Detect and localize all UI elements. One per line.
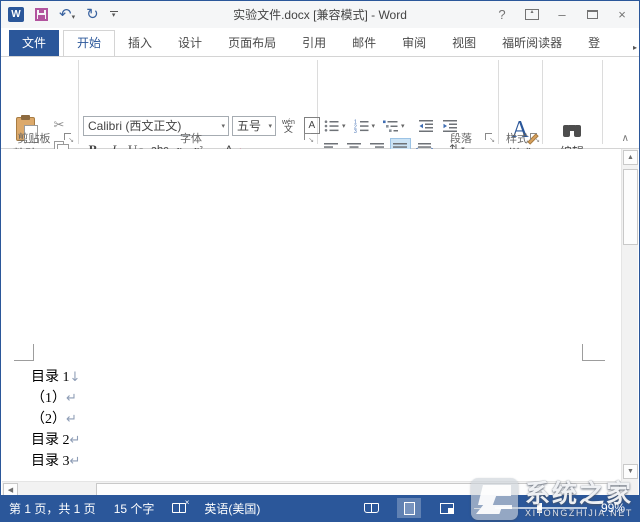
tab-foxit-reader[interactable]: 福昕阅读器 (489, 31, 575, 56)
numbering-dropdown-icon[interactable]: ▾ (372, 122, 376, 130)
bullets-dropdown-icon[interactable]: ▾ (342, 122, 346, 130)
doc-line[interactable]: 目录 3↵ (31, 451, 80, 472)
paragraph-mark: ↵ (66, 412, 77, 427)
customize-qat-button[interactable]: ▾ (110, 11, 118, 18)
tab-home[interactable]: 开始 (63, 30, 115, 56)
zoom-level-indicator[interactable]: 99% (601, 501, 625, 515)
font-name-dropdown-icon[interactable]: ▾ (221, 122, 225, 130)
paragraph-mark: ↵ (70, 454, 81, 469)
word-logo-icon[interactable]: W (8, 7, 24, 22)
margin-crop-mark-left (14, 344, 34, 361)
font-size-dropdown-icon[interactable]: ▾ (268, 122, 272, 130)
read-mode-icon (364, 503, 379, 513)
tab-overflow-arrow-icon[interactable]: ▸ (633, 43, 637, 52)
zoom-slider-thumb[interactable] (537, 503, 542, 513)
word-window: W ↶▾ ↻ ▾ 实验文件.docx [兼容模式] - Word ? ▴ – ×… (0, 0, 640, 522)
tab-view[interactable]: 视图 (439, 31, 489, 56)
group-label-row: 剪贴板 ↘ 字体 ↘ 段落 ↘ 样式 ↘ (1, 130, 639, 148)
paragraph-group-label: 段落 (431, 130, 491, 146)
doc-line[interactable]: （1）↵ (31, 388, 77, 409)
clipboard-group-label: 剪贴板 (3, 130, 65, 146)
line-break-mark: ↓ (70, 370, 81, 385)
web-layout-icon (440, 503, 454, 514)
paragraph-dialog-launcher[interactable]: ↘ (484, 132, 494, 142)
tab-sign-in[interactable]: 登 (575, 31, 613, 56)
scroll-up-button[interactable]: ▲ (623, 150, 638, 165)
zoom-out-button[interactable]: − (473, 501, 481, 516)
page-number-indicator[interactable]: 第 1 页，共 1 页 (9, 500, 96, 517)
document-canvas[interactable]: 目录 1↓ （1）↵ （2）↵ 目录 2↵ 目录 3↵ (2, 149, 623, 481)
print-layout-button[interactable] (397, 498, 421, 518)
collapse-ribbon-icon[interactable]: ∧ (622, 133, 629, 144)
ribbon-display-options-button[interactable]: ▴ (521, 5, 543, 25)
ribbon-display-options-icon: ▴ (525, 9, 539, 20)
title-bar: W ↶▾ ↻ ▾ 实验文件.docx [兼容模式] - Word ? ▴ – × (1, 1, 639, 28)
doc-line[interactable]: 目录 1↓ (31, 367, 80, 388)
tab-mailings[interactable]: 邮件 (339, 31, 389, 56)
vertical-scrollbar[interactable]: ▲ ▼ (621, 149, 638, 496)
scroll-down-icon: ▼ (627, 468, 634, 475)
word-count-indicator[interactable]: 15 个字 (114, 500, 155, 517)
language-indicator[interactable]: 英语(美国) (204, 500, 260, 517)
zoom-slider[interactable] (495, 503, 587, 513)
font-group-label: 字体 (161, 130, 221, 146)
maximize-icon (587, 10, 598, 19)
tab-references[interactable]: 引用 (289, 31, 339, 56)
undo-icon: ↶ (59, 6, 72, 23)
doc-line[interactable]: 目录 2↵ (31, 430, 80, 451)
scroll-left-icon: ◀ (8, 486, 13, 494)
close-button[interactable]: × (611, 5, 633, 25)
tab-insert[interactable]: 插入 (115, 31, 165, 56)
ribbon-tab-row: 文件 开始 插入 设计 页面布局 引用 邮件 审阅 视图 福昕阅读器 登 ▸ (1, 28, 639, 56)
redo-icon[interactable]: ↻ (86, 7, 99, 22)
vertical-scrollbar-thumb[interactable] (623, 169, 638, 245)
undo-button[interactable]: ↶▾ (59, 7, 75, 22)
multilevel-dropdown-icon[interactable]: ▾ (401, 122, 405, 130)
clipboard-dialog-launcher[interactable]: ↘ (63, 132, 73, 142)
ribbon: 粘贴 ▾ ✂ Calibri (西文正文)▾ 五号▾ wén文 A B I U▾… (1, 56, 639, 149)
font-dialog-launcher[interactable]: ↘ (303, 132, 313, 142)
maximize-button[interactable] (581, 5, 603, 25)
help-button[interactable]: ? (491, 5, 513, 25)
tab-file[interactable]: 文件 (9, 30, 59, 56)
window-controls: ? ▴ – × (491, 1, 633, 28)
web-layout-button[interactable] (435, 498, 459, 518)
scroll-down-button[interactable]: ▼ (623, 464, 638, 479)
tab-design[interactable]: 设计 (165, 31, 215, 56)
styles-dialog-launcher[interactable]: ↘ (529, 132, 539, 142)
margin-crop-mark-right (582, 344, 605, 361)
customize-qat-arrow-icon: ▾ (112, 14, 116, 18)
quick-access-toolbar: W ↶▾ ↻ ▾ (1, 7, 118, 22)
paragraph-mark: ↵ (66, 391, 77, 406)
tab-page-layout[interactable]: 页面布局 (215, 31, 289, 56)
undo-dropdown-icon[interactable]: ▾ (72, 14, 76, 21)
tab-review[interactable]: 审阅 (389, 31, 439, 56)
scroll-up-icon: ▲ (627, 154, 634, 161)
proofing-status-icon[interactable]: × (172, 503, 186, 513)
minimize-button[interactable]: – (551, 5, 573, 25)
save-icon[interactable] (35, 8, 48, 21)
read-mode-button[interactable] (359, 498, 383, 518)
status-bar: 第 1 页，共 1 页 15 个字 × 英语(美国) − 99% (1, 495, 639, 521)
doc-line[interactable]: （2）↵ (31, 409, 77, 430)
print-layout-icon (404, 502, 415, 515)
paragraph-mark: ↵ (70, 433, 81, 448)
